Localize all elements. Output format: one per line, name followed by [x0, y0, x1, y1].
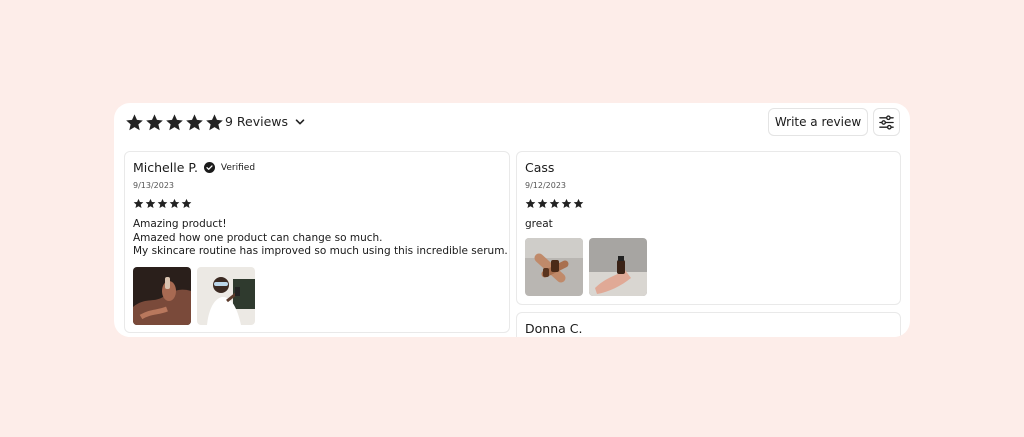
- chevron-down-icon: [294, 116, 306, 128]
- review-photo-thumbnail[interactable]: [525, 238, 583, 296]
- reviews-count-label: 9 Reviews: [225, 114, 289, 129]
- star-icon: [145, 198, 156, 209]
- star-icon: [157, 198, 168, 209]
- star-icon: [185, 113, 204, 132]
- review-date: 9/13/2023: [133, 181, 175, 190]
- filter-button[interactable]: [873, 108, 900, 136]
- review-body-line: great: [525, 218, 553, 230]
- star-icon: [573, 198, 584, 209]
- review-card: Cass 9/12/2023 great: [516, 151, 901, 305]
- review-body-line: Amazing product!: [133, 218, 227, 230]
- reviews-widget: 9 Reviews Write a review Michelle P. Ver…: [114, 103, 910, 337]
- review-body-line: Amazed how one product can change so muc…: [133, 231, 383, 244]
- star-icon: [145, 113, 164, 132]
- star-icon: [165, 113, 184, 132]
- review-body: great: [525, 218, 553, 232]
- review-photo-thumbnail[interactable]: [197, 267, 255, 325]
- review-photo-thumbnail[interactable]: [589, 238, 647, 296]
- review-rating-stars: [525, 198, 584, 209]
- verified-badge: Verified: [220, 162, 256, 173]
- star-icon: [537, 198, 548, 209]
- star-icon: [169, 198, 180, 209]
- review-author: Cass: [525, 160, 555, 175]
- review-photos: [525, 238, 647, 296]
- star-icon: [205, 113, 224, 132]
- review-author: Donna C.: [525, 321, 583, 336]
- review-author-row: Cass: [525, 160, 554, 175]
- star-icon: [549, 198, 560, 209]
- write-review-button[interactable]: Write a review: [768, 108, 868, 136]
- star-icon: [125, 113, 144, 132]
- review-author-row: Donna C.: [525, 321, 582, 336]
- reviews-count-dropdown[interactable]: 9 Reviews: [225, 114, 306, 129]
- review-date: 9/12/2023: [525, 181, 567, 190]
- review-card: Michelle P. Verified 9/13/2023 Amazing p…: [124, 151, 510, 333]
- reviews-header: 9 Reviews Write a review: [114, 103, 910, 143]
- star-icon: [525, 198, 536, 209]
- star-icon: [181, 198, 192, 209]
- review-rating-stars: [133, 198, 192, 209]
- review-author: Michelle P.: [133, 160, 198, 175]
- review-body: Amazing product! Amazed how one product …: [133, 218, 508, 259]
- review-photos: [133, 267, 255, 325]
- review-card: Donna C.: [516, 312, 901, 337]
- review-photo-thumbnail[interactable]: [133, 267, 191, 325]
- star-icon: [561, 198, 572, 209]
- average-rating-stars: [125, 113, 224, 132]
- sliders-icon: [878, 114, 895, 131]
- star-icon: [133, 198, 144, 209]
- review-body-line: My skincare routine has improved so much…: [133, 245, 508, 257]
- verified-check-icon: [203, 162, 215, 173]
- review-author-row: Michelle P. Verified: [133, 160, 255, 175]
